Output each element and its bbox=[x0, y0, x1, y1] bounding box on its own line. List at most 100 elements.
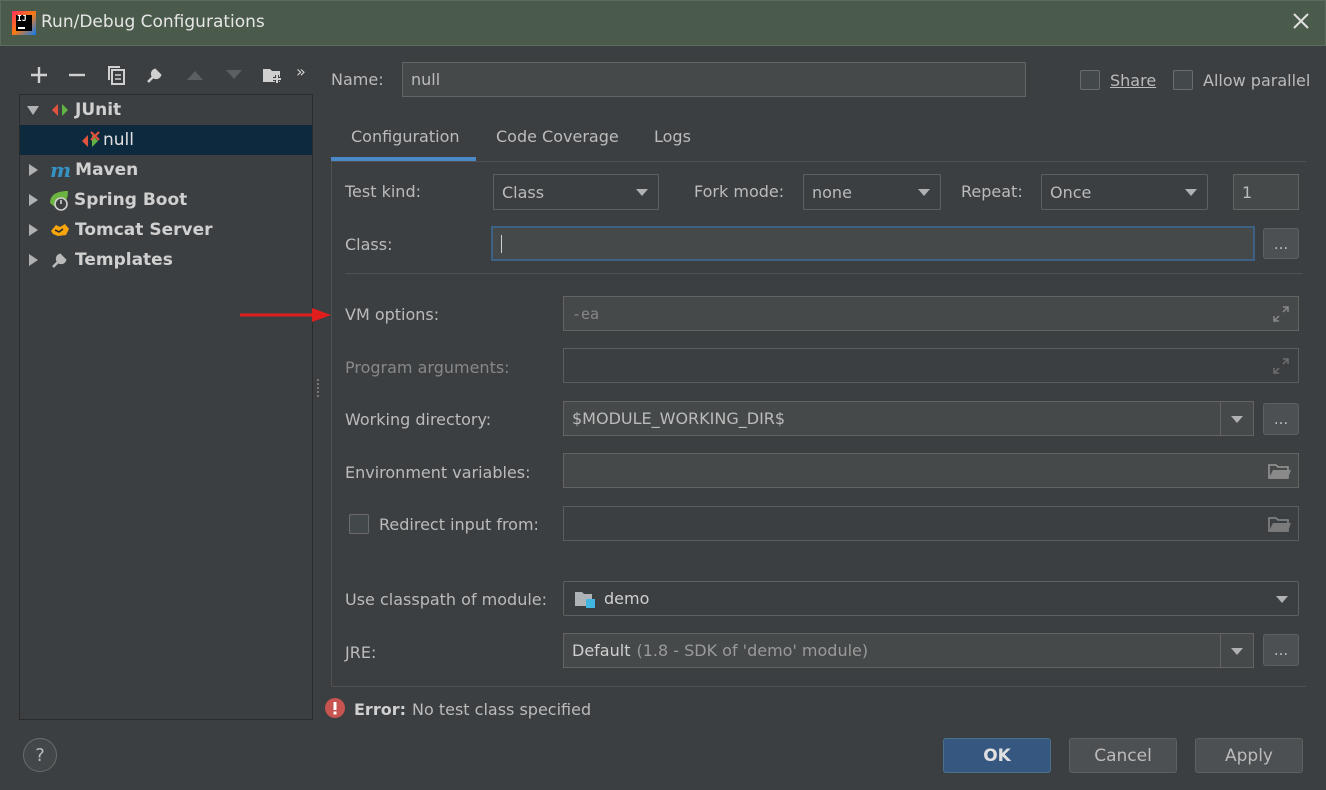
tree-item-label: Maven bbox=[75, 160, 139, 180]
test-kind-label: Test kind: bbox=[345, 182, 421, 201]
error-icon bbox=[325, 698, 345, 718]
environment-variables-input[interactable] bbox=[563, 453, 1299, 488]
move-up-icon[interactable] bbox=[184, 64, 206, 86]
splitter-handle[interactable] bbox=[316, 378, 320, 400]
repeat-count-input[interactable]: 1 bbox=[1233, 174, 1299, 210]
cancel-button[interactable]: Cancel bbox=[1069, 738, 1177, 773]
help-button[interactable]: ? bbox=[23, 738, 57, 772]
folder-icon[interactable] bbox=[1268, 462, 1292, 480]
working-directory-label: Working directory: bbox=[345, 410, 492, 429]
remove-icon[interactable] bbox=[66, 64, 88, 86]
test-kind-select[interactable]: Class bbox=[493, 174, 659, 210]
chevron-down-icon bbox=[918, 189, 930, 196]
environment-variables-label: Environment variables: bbox=[345, 463, 531, 482]
repeat-label: Repeat: bbox=[961, 182, 1023, 201]
junit-error-config-icon bbox=[81, 131, 103, 149]
working-directory-dropdown[interactable] bbox=[1221, 402, 1253, 435]
tree-item-spring-boot[interactable]: Spring Boot bbox=[20, 185, 312, 215]
name-input[interactable]: null bbox=[402, 62, 1026, 97]
junit-icon bbox=[51, 102, 69, 118]
redirect-input-field[interactable] bbox=[563, 506, 1299, 541]
help-icon: ? bbox=[35, 744, 45, 766]
expand-icon[interactable] bbox=[1272, 357, 1290, 375]
redirect-input-checkbox[interactable] bbox=[349, 514, 369, 534]
expand-arrow-icon[interactable] bbox=[29, 194, 38, 206]
copy-icon[interactable] bbox=[105, 64, 127, 86]
section-divider bbox=[345, 273, 1303, 274]
jre-dropdown[interactable] bbox=[1221, 634, 1253, 667]
maven-icon: m bbox=[50, 158, 72, 182]
panel-left-border bbox=[331, 162, 332, 686]
panel-bottom-border bbox=[331, 686, 1306, 687]
classpath-label: Use classpath of module: bbox=[345, 590, 548, 609]
jre-browse-button[interactable]: ... bbox=[1263, 634, 1299, 666]
tree-item-templates[interactable]: Templates bbox=[20, 245, 312, 275]
add-icon[interactable] bbox=[28, 64, 50, 86]
class-browse-button[interactable]: ... bbox=[1263, 228, 1299, 259]
move-down-icon[interactable] bbox=[223, 64, 245, 86]
app-icon-text: IJ bbox=[17, 14, 27, 23]
configurations-tree: JUnit null m Maven Spring Boot Tomcat Se… bbox=[19, 94, 313, 720]
expand-icon[interactable] bbox=[1272, 305, 1290, 323]
annotation-arrow bbox=[238, 306, 332, 324]
jre-input[interactable]: Default (1.8 - SDK of 'demo' module) bbox=[563, 633, 1254, 668]
expand-arrow-icon[interactable] bbox=[29, 254, 38, 266]
chevron-down-icon bbox=[1231, 415, 1243, 423]
class-label: Class: bbox=[345, 235, 393, 254]
expand-arrow-icon[interactable] bbox=[27, 105, 39, 115]
tree-item-label: null bbox=[103, 130, 134, 150]
tab-code-coverage[interactable]: Code Coverage bbox=[496, 127, 619, 146]
apply-button[interactable]: Apply bbox=[1195, 738, 1303, 773]
working-directory-browse-button[interactable]: ... bbox=[1263, 403, 1299, 435]
program-arguments-label: Program arguments: bbox=[345, 358, 510, 377]
error-message: No test class specified bbox=[412, 700, 592, 719]
working-directory-value: $MODULE_WORKING_DIR$ bbox=[572, 409, 786, 428]
vm-options-input[interactable]: -ea bbox=[563, 296, 1299, 331]
tree-item-label: Templates bbox=[75, 250, 173, 270]
tree-item-null[interactable]: null bbox=[20, 125, 312, 155]
classpath-module-value: demo bbox=[604, 589, 650, 608]
chevron-down-icon bbox=[1276, 595, 1288, 603]
expand-arrow-icon[interactable] bbox=[29, 164, 38, 176]
classpath-module-select[interactable]: demo bbox=[563, 581, 1299, 616]
tree-item-label: JUnit bbox=[75, 100, 122, 120]
program-arguments-input[interactable] bbox=[563, 348, 1299, 383]
error-prefix: Error: bbox=[354, 700, 406, 719]
test-kind-value: Class bbox=[502, 182, 545, 202]
tab-logs[interactable]: Logs bbox=[654, 127, 691, 146]
close-icon[interactable] bbox=[1290, 10, 1312, 32]
working-directory-input[interactable]: $MODULE_WORKING_DIR$ bbox=[563, 401, 1254, 436]
tree-item-tomcat[interactable]: Tomcat Server bbox=[20, 215, 312, 245]
new-folder-icon[interactable] bbox=[262, 64, 284, 86]
wrench-icon[interactable] bbox=[144, 64, 166, 86]
tabs-divider bbox=[331, 161, 1306, 162]
wrench-icon bbox=[50, 250, 70, 270]
share-checkbox[interactable] bbox=[1080, 70, 1100, 90]
repeat-select[interactable]: Once bbox=[1041, 174, 1208, 210]
name-label: Name: bbox=[331, 70, 384, 89]
folder-icon[interactable] bbox=[1268, 515, 1292, 533]
tomcat-icon bbox=[50, 221, 70, 239]
class-input[interactable] bbox=[491, 226, 1255, 261]
allow-parallel-checkbox[interactable] bbox=[1173, 70, 1193, 90]
tab-configuration[interactable]: Configuration bbox=[351, 127, 460, 146]
expand-arrow-icon[interactable] bbox=[29, 224, 38, 236]
ok-button[interactable]: OK bbox=[943, 738, 1051, 773]
jre-label: JRE: bbox=[345, 643, 377, 662]
chevron-down-icon bbox=[636, 189, 648, 196]
more-toolbar-icon[interactable]: » bbox=[296, 62, 306, 81]
tree-item-junit[interactable]: JUnit bbox=[20, 95, 312, 125]
fork-mode-select[interactable]: none bbox=[803, 174, 941, 210]
jre-detail: (1.8 - SDK of 'demo' module) bbox=[636, 641, 869, 660]
spring-boot-icon bbox=[48, 189, 70, 211]
redirect-input-label: Redirect input from: bbox=[379, 515, 539, 534]
chevron-down-icon bbox=[1185, 189, 1197, 196]
window-title: Run/Debug Configurations bbox=[41, 12, 265, 32]
tree-item-label: Tomcat Server bbox=[75, 220, 213, 240]
allow-parallel-label: Allow parallel bbox=[1203, 71, 1311, 90]
text-cursor bbox=[501, 234, 502, 253]
fork-mode-value: none bbox=[812, 182, 852, 202]
tree-item-maven[interactable]: m Maven bbox=[20, 155, 312, 185]
repeat-value: Once bbox=[1050, 182, 1092, 202]
share-label: Share bbox=[1110, 71, 1157, 90]
